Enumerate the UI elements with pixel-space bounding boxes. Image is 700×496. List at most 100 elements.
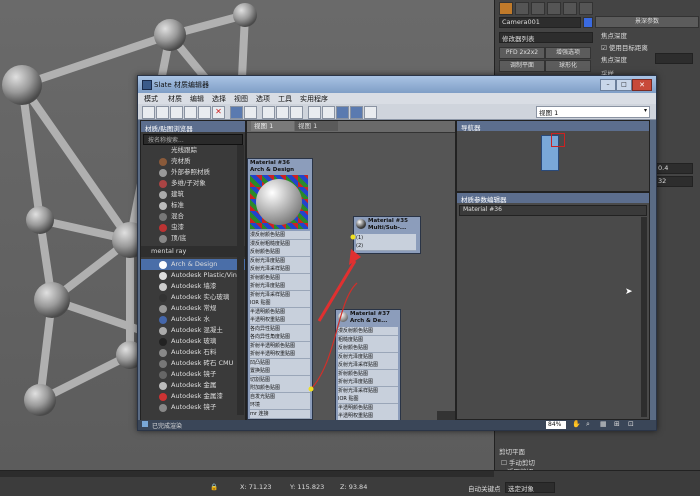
slate-material-editor-window[interactable]: Slate 材质编辑器 – □ ✕ 模式 材质 编辑 选择 视图 选项 工具 实… [137,75,657,431]
spherize-button[interactable]: 球形化 [545,60,591,72]
use-target-checkbox[interactable]: ☑ 使用目标距离 [601,42,648,52]
select-by-material-icon[interactable] [350,106,363,119]
show-map-icon[interactable] [262,106,275,119]
material-map-browser: 材质/贴图浏览器 按名称搜索... 光线跟踪 壳材质 外部参照材质 多维/子对象 建筑标… [140,120,246,422]
browser-header: 材质/贴图浏览器 [141,121,245,133]
node-view[interactable]: 视图 1 视图 1 Material #36 Arch & Design 漫反射… [246,120,456,422]
browser-item[interactable]: Autodesk 镜子 [141,402,245,413]
move-children-icon[interactable] [230,106,243,119]
navigator-viewport-rect[interactable] [551,133,565,147]
layout-all-icon[interactable] [290,106,303,119]
browser-item[interactable]: 虫漆 [141,222,245,233]
browser-item[interactable]: 建筑 [141,189,245,200]
selection-set-dropdown[interactable]: 选定对象 [505,482,555,493]
browser-item-label: Autodesk 镜子 [171,370,217,378]
browser-item[interactable]: Arch & Design [141,259,245,270]
zoom-extents-icon[interactable]: ⊞ [614,420,620,428]
modifier-list-dropdown[interactable]: 修改器列表 [499,32,593,43]
browser-item[interactable]: Autodesk 镜子 [141,369,245,380]
color-swatch[interactable] [583,17,593,28]
browser-item[interactable]: Autodesk 金属 [141,380,245,391]
modify-tab-icon[interactable] [515,2,529,15]
material-swatch-icon [159,382,167,390]
assign-material-icon[interactable] [184,106,197,119]
pick-material-icon[interactable] [156,106,169,119]
browser-item[interactable]: 光线跟踪 [141,145,245,156]
flat-button[interactable]: 调制平面 [499,60,545,72]
group-label: mental ray [151,247,187,255]
menu-material[interactable]: 材质 [168,94,182,104]
auto-key-button[interactable]: 自动关键点 [468,483,501,493]
show-background-icon[interactable] [276,106,289,119]
browser-item[interactable]: Autodesk 混凝土 [141,325,245,336]
value-field-2[interactable]: 32 [655,176,693,187]
timeline-track[interactable] [0,471,494,477]
create-tab-icon[interactable] [499,2,513,15]
pan-icon[interactable]: ✋ [572,420,581,428]
browser-item[interactable]: Autodesk Plastic/Vinyl [141,270,245,281]
select-tool-icon[interactable] [142,106,155,119]
object-name: Camera001 [502,18,540,26]
browser-item[interactable]: Autodesk 金属漆 [141,391,245,402]
menu-tools[interactable]: 工具 [278,94,292,104]
dof-rollout-title[interactable]: 景深参数 [595,16,699,28]
browser-scrollbar[interactable] [237,145,244,415]
view-selector-dropdown[interactable]: 视图 1 ▾ [536,106,650,118]
browser-item[interactable]: 标准 [141,200,245,211]
close-button[interactable]: ✕ [632,79,652,91]
zoom-icon[interactable]: ⌕ [586,420,590,429]
minimize-button[interactable]: – [600,79,616,91]
put-material-icon[interactable] [170,106,183,119]
lock-icon[interactable]: 🔒 [210,483,218,491]
menu-utilities[interactable]: 实用程序 [300,94,328,104]
status-bar: 🔒 X: 71.123 Y: 115.823 Z: 93.84 自动关键点 选定… [0,470,700,496]
browser-item[interactable]: Autodesk 砖石 CMU [141,358,245,369]
value-field-1[interactable]: 0.4 [655,163,693,174]
maximize-button[interactable]: □ [616,79,632,91]
material-map-navigator-icon[interactable] [322,106,335,119]
object-name-field[interactable]: Camera001 [499,17,581,28]
output-connector-36[interactable] [308,386,314,392]
material-name-field[interactable]: Material #36 [459,205,647,216]
chevron-down-icon: ▾ [643,107,647,114]
browser-item[interactable]: 壳材质 [141,156,245,167]
annotation-arrow [317,260,357,322]
display-tab-icon[interactable] [563,2,577,15]
browser-item[interactable]: Autodesk 水 [141,314,245,325]
browser-item[interactable]: 混合 [141,211,245,222]
menu-mode[interactable]: 模式 [144,94,158,104]
hide-unused-icon[interactable] [244,106,257,119]
layout-children-icon[interactable] [308,106,321,119]
param-scrollbar[interactable] [641,217,647,417]
browser-item[interactable]: Autodesk 玻璃 [141,336,245,347]
motion-tab-icon[interactable] [547,2,561,15]
utilities-tab-icon[interactable] [579,2,593,15]
browser-search-input[interactable]: 按名称搜索... [143,134,243,145]
title-bar[interactable]: Slate 材质编辑器 – □ ✕ [138,76,656,93]
focus-depth-spinner[interactable] [655,53,693,64]
browser-item[interactable]: Autodesk 石料 [141,347,245,358]
menu-options[interactable]: 选项 [256,94,270,104]
browser-item[interactable]: Autodesk 墙漆 [141,281,245,292]
browser-item-label: Autodesk 砖石 CMU [171,359,234,367]
search-icon[interactable] [364,106,377,119]
hierarchy-tab-icon[interactable] [531,2,545,15]
reset-material-icon[interactable] [198,106,211,119]
zoom-region-icon[interactable]: ▦ [600,420,607,428]
browser-item[interactable]: 外部参照材质 [141,167,245,178]
input-connector-35[interactable] [350,234,356,240]
menu-select[interactable]: 选择 [212,94,226,104]
browser-item[interactable]: 顶/底 [141,233,245,244]
browser-item[interactable]: Autodesk 常规 [141,303,245,314]
menu-view[interactable]: 视图 [234,94,248,104]
parameter-editor-icon[interactable] [336,106,349,119]
browser-group-header[interactable]: mental ray [141,246,245,257]
lighting-button[interactable]: 增强选项 [545,47,591,59]
pfd-button[interactable]: PFD 2x2x2 [499,47,545,59]
browser-item[interactable]: 多维/子对象 [141,178,245,189]
browser-item[interactable]: Autodesk 实心玻璃 [141,292,245,303]
zoom-extents-selected-icon[interactable]: ⊡ [628,420,634,428]
menu-edit[interactable]: 编辑 [190,94,204,104]
zoom-field[interactable]: 84% [546,421,566,429]
delete-icon[interactable]: ✕ [212,106,225,119]
